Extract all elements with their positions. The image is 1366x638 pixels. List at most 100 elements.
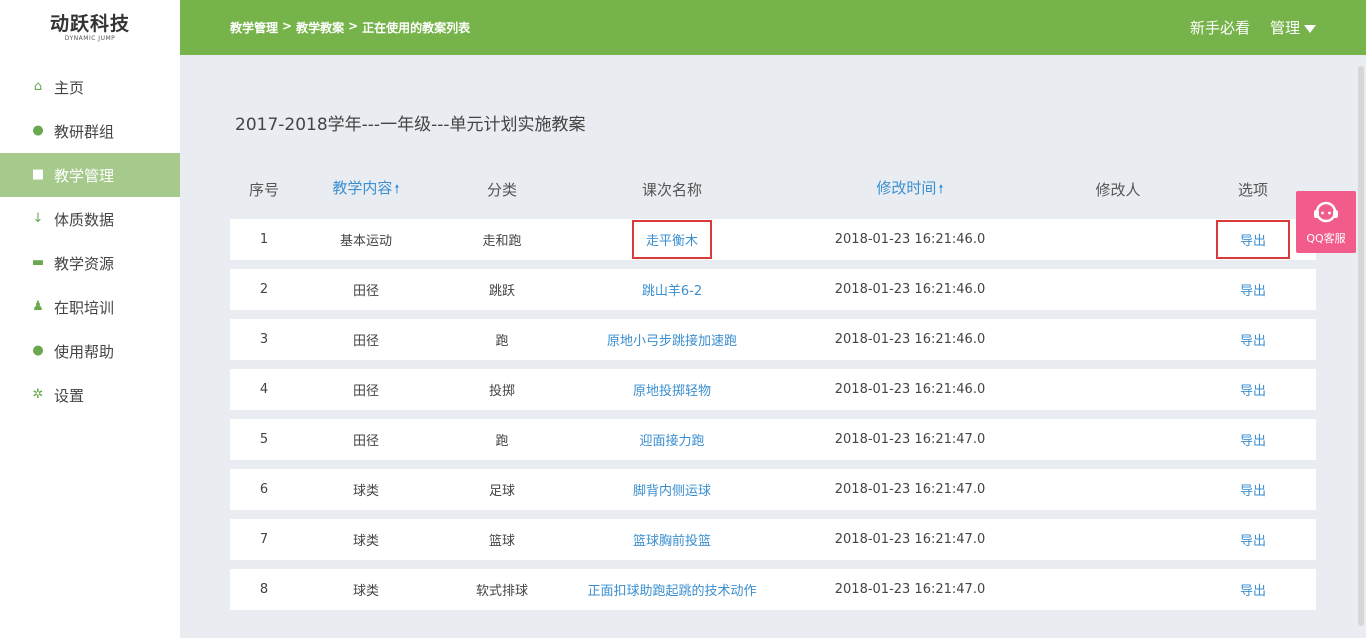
lesson-link[interactable]: 原地投掷轻物 — [633, 384, 711, 399]
cell-options: 导出 — [1190, 530, 1316, 549]
column-header-editor: 修改人 — [1095, 180, 1141, 199]
cell-lesson: 原地小弓步跳接加速跑 — [570, 330, 774, 349]
header-actions: 新手必看 管理 — [1190, 17, 1316, 38]
sidebar-item-training[interactable]: ♟ 在职培训 — [0, 285, 180, 329]
column-header-label: 教学内容 — [332, 179, 393, 197]
cell-time: 2018-01-23 16:21:46.0 — [834, 382, 986, 397]
sidebar-item-fitness-data[interactable]: ↓ 体质数据 — [0, 197, 180, 241]
cell-content: 球类 — [352, 584, 379, 599]
cell-no: 2 — [259, 282, 269, 297]
sidebar-item-label: 在职培训 — [54, 298, 115, 317]
help-icon: ● — [32, 343, 44, 358]
table-header: 序号 教学内容 🠕 分类 课次名称 修改时间 🠕 修改人 选项 — [230, 173, 1316, 205]
lesson-link[interactable]: 篮球胸前投篮 — [633, 534, 711, 549]
lesson-link[interactable]: 走平衡木 — [631, 220, 712, 259]
export-link[interactable]: 导出 — [1240, 434, 1266, 449]
lesson-link[interactable]: 脚背内侧运球 — [633, 484, 711, 499]
cell-content: 田径 — [352, 434, 379, 449]
cell-time: 2018-01-23 16:21:46.0 — [834, 282, 986, 297]
export-link[interactable]: 导出 — [1240, 534, 1266, 549]
cell-options: 导出 — [1190, 330, 1316, 349]
cell-time: 2018-01-23 16:21:47.0 — [834, 432, 986, 447]
home-icon: ⌂ — [33, 79, 43, 94]
cell-content: 田径 — [352, 284, 379, 299]
cell-no: 1 — [259, 232, 269, 247]
column-header-time[interactable]: 修改时间 🠕 — [774, 177, 1046, 201]
cell-category: 篮球 — [488, 534, 515, 549]
breadcrumb-teaching-management[interactable]: 教学管理 — [230, 19, 278, 36]
cell-lesson: 篮球胸前投篮 — [570, 530, 774, 549]
cell-options: 导出 — [1190, 580, 1316, 599]
cell-no: 6 — [259, 482, 269, 497]
export-link[interactable]: 导出 — [1240, 334, 1266, 349]
cell-lesson: 脚背内侧运球 — [570, 480, 774, 499]
lesson-link[interactable]: 正面扣球助跑起跳的技术动作 — [587, 584, 756, 599]
cell-time: 2018-01-23 16:21:46.0 — [834, 332, 986, 347]
cell-time: 2018-01-23 16:21:46.0 — [834, 232, 986, 247]
sort-up-icon: 🠕 — [394, 182, 400, 196]
cell-lesson: 原地投掷轻物 — [570, 380, 774, 399]
column-header-lesson: 课次名称 — [641, 180, 702, 199]
sidebar-item-label: 教学管理 — [54, 166, 115, 185]
cell-options: 导出 — [1190, 280, 1316, 299]
edit-icon: ■ — [31, 167, 45, 182]
column-header-no: 序号 — [248, 180, 279, 199]
guide-link[interactable]: 新手必看 — [1190, 17, 1250, 38]
cell-lesson: 走平衡木 — [570, 220, 774, 259]
qq-service-button[interactable]: QQ客服 — [1296, 191, 1356, 253]
table-row: 2 田径 跳跃 跳山羊6-2 2018-01-23 16:21:46.0 导出 — [230, 269, 1316, 310]
cell-content: 田径 — [352, 384, 379, 399]
export-link[interactable]: 导出 — [1240, 284, 1266, 299]
qq-service-label: QQ客服 — [1306, 232, 1346, 245]
sidebar-item-label: 教研群组 — [54, 122, 115, 141]
cell-time: 2018-01-23 16:21:47.0 — [834, 482, 986, 497]
export-link[interactable]: 导出 — [1240, 484, 1266, 499]
lesson-link[interactable]: 跳山羊6-2 — [642, 284, 702, 299]
page-title: 2017-2018学年---一年级---单元计划实施教案 — [235, 115, 586, 135]
cell-category: 跳跃 — [488, 284, 515, 299]
sidebar-item-label: 教学资源 — [54, 254, 115, 273]
cell-category: 跑 — [495, 434, 509, 449]
export-link[interactable]: 导出 — [1240, 384, 1266, 399]
training-icon: ♟ — [32, 299, 44, 314]
export-link[interactable]: 导出 — [1240, 584, 1266, 599]
logo-subtext: DYNAMIC JUMP — [64, 34, 116, 42]
cell-no: 5 — [259, 432, 269, 447]
cell-category: 跑 — [495, 334, 509, 349]
sidebar-item-label: 体质数据 — [54, 210, 115, 229]
table-row: 1 基本运动 走和跑 走平衡木 2018-01-23 16:21:46.0 导出 — [230, 219, 1316, 260]
cell-lesson: 跳山羊6-2 — [570, 280, 774, 299]
logo-text: 动跃科技 — [49, 12, 130, 35]
sidebar-item-help[interactable]: ● 使用帮助 — [0, 329, 180, 373]
export-link[interactable]: 导出 — [1215, 220, 1290, 259]
lesson-link[interactable]: 原地小弓步跳接加速跑 — [607, 334, 737, 349]
column-header-category: 分类 — [486, 180, 517, 199]
sidebar-item-group[interactable]: ● 教研群组 — [0, 109, 180, 153]
sidebar-item-teaching-management[interactable]: ■ 教学管理 — [0, 153, 180, 197]
column-header-content[interactable]: 教学内容 🠕 — [298, 177, 434, 201]
sidebar-item-home[interactable]: ⌂ 主页 — [0, 65, 180, 109]
breadcrumb-teaching-plans[interactable]: 教学教案 — [296, 19, 344, 36]
sidebar-item-label: 设置 — [54, 386, 85, 405]
cell-options: 导出 — [1190, 430, 1316, 449]
cell-category: 投掷 — [488, 384, 515, 399]
sidebar-item-resources[interactable]: ▬ 教学资源 — [0, 241, 180, 285]
scrollbar[interactable] — [1358, 66, 1364, 626]
cell-category: 足球 — [488, 484, 515, 499]
lesson-link[interactable]: 迎面接力跑 — [639, 434, 704, 449]
caret-down-icon — [1304, 24, 1316, 33]
cell-category: 软式排球 — [475, 584, 528, 599]
sidebar-item-settings[interactable]: ✲ 设置 — [0, 373, 180, 417]
table-row: 7 球类 篮球 篮球胸前投篮 2018-01-23 16:21:47.0 导出 — [230, 519, 1316, 560]
gear-icon: ✲ — [32, 387, 44, 402]
manage-menu[interactable]: 管理 — [1270, 17, 1316, 38]
table-row: 3 田径 跑 原地小弓步跳接加速跑 2018-01-23 16:21:46.0 … — [230, 319, 1316, 360]
table-row: 4 田径 投掷 原地投掷轻物 2018-01-23 16:21:46.0 导出 — [230, 369, 1316, 410]
top-header: 教学管理 > 教学教案 > 正在使用的教案列表 新手必看 管理 — [180, 0, 1366, 55]
cell-no: 8 — [259, 582, 269, 597]
cell-content: 基本运动 — [339, 234, 392, 249]
cell-no: 4 — [259, 382, 269, 397]
cell-lesson: 迎面接力跑 — [570, 430, 774, 449]
cell-lesson: 正面扣球助跑起跳的技术动作 — [570, 580, 774, 599]
logo[interactable]: 动跃科技 DYNAMIC JUMP — [0, 0, 180, 55]
